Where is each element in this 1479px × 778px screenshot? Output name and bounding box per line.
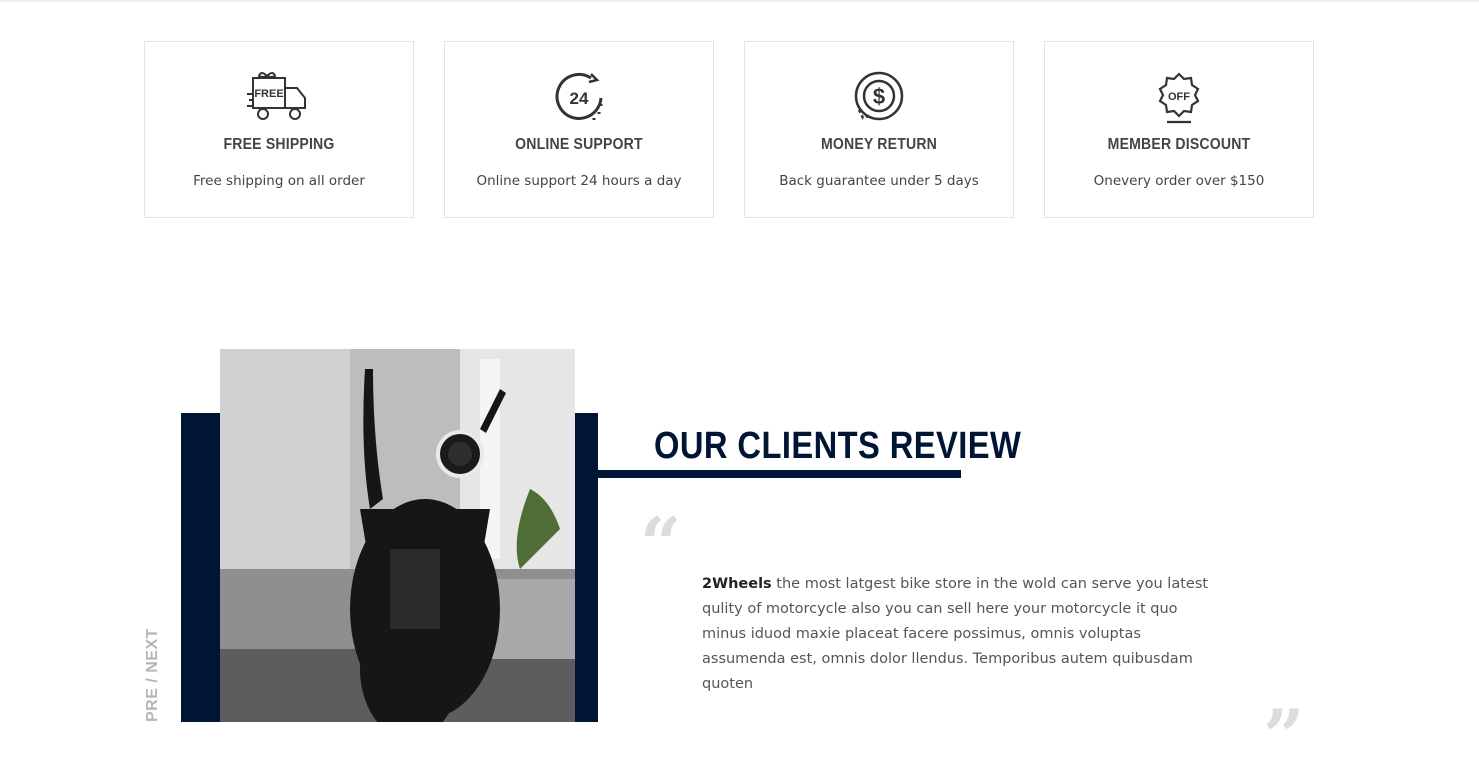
- money-return-icon: $: [745, 70, 1013, 126]
- svg-text:24: 24: [570, 89, 589, 108]
- feature-title: ONLINE SUPPORT: [515, 136, 643, 153]
- feature-title: MEMBER DISCOUNT: [1107, 136, 1251, 153]
- discount-badge-icon: OFF: [1045, 70, 1313, 126]
- svg-text:$: $: [873, 84, 885, 109]
- title-underline: [598, 470, 961, 478]
- feature-title: FREE SHIPPING: [223, 136, 335, 153]
- feature-online-support: 24 ONLINE SUPPORT Online support 24 hour…: [444, 41, 714, 218]
- free-truck-icon: FREE: [145, 70, 413, 126]
- carousel-pre-next-label[interactable]: PRE / NEXT: [144, 628, 162, 722]
- feature-description: Free shipping on all order: [193, 173, 365, 189]
- open-quote-icon: “: [640, 501, 682, 586]
- feature-member-discount: OFF MEMBER DISCOUNT Onevery order over $…: [1044, 41, 1314, 218]
- top-divider: [0, 0, 1479, 2]
- svg-text:FREE: FREE: [254, 88, 283, 100]
- review-body: the most latgest bike store in the wold …: [702, 576, 1209, 692]
- svg-text:OFF: OFF: [1168, 91, 1190, 103]
- review-text: 2Wheels the most latgest bike store in t…: [702, 572, 1222, 697]
- support-24-icon: 24: [445, 70, 713, 126]
- feature-title: MONEY RETURN: [820, 136, 938, 153]
- feature-free-shipping: FREE FREE SHIPPING Free shipping on all …: [144, 41, 414, 218]
- brand-name: 2Wheels: [702, 576, 772, 592]
- close-quote-icon: ”: [1263, 693, 1305, 778]
- feature-money-return: $ MONEY RETURN Back guarantee under 5 da…: [744, 41, 1014, 218]
- motorcycle-photo: [220, 349, 575, 722]
- section-title: OUR CLIENTS REVIEW: [654, 425, 1022, 467]
- feature-description: Back guarantee under 5 days: [779, 173, 979, 189]
- feature-description: Onevery order over $150: [1093, 173, 1265, 189]
- feature-description: Online support 24 hours a day: [476, 173, 682, 189]
